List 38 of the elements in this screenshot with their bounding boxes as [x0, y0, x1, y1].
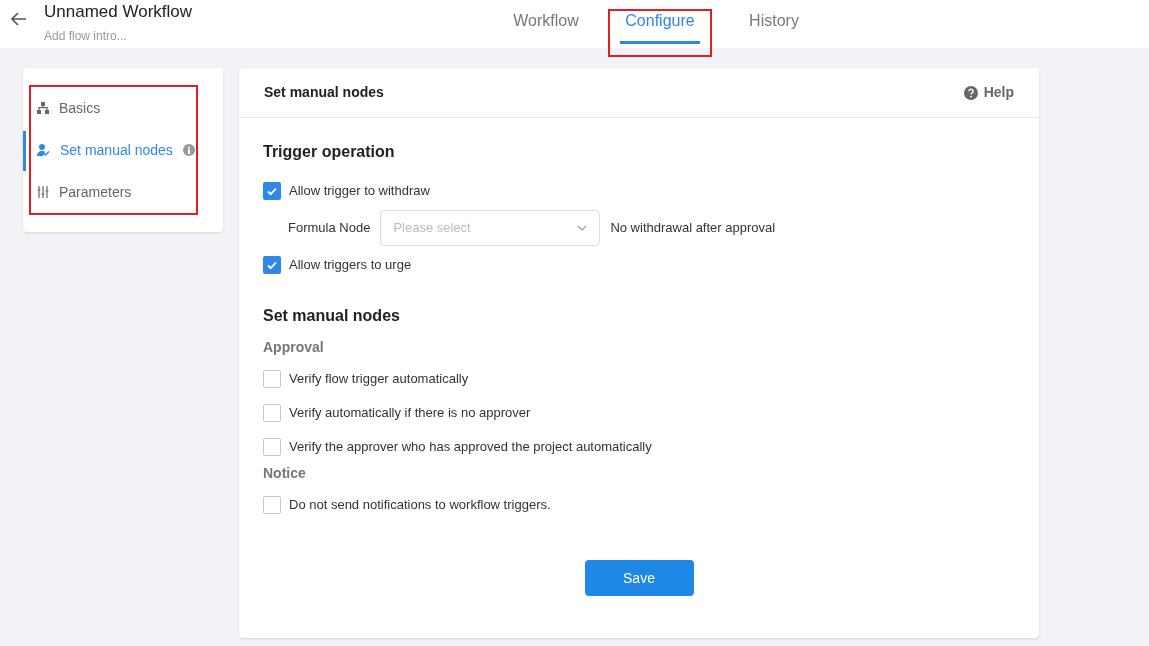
sidebar-item[interactable]: Parameters	[31, 171, 196, 213]
tab[interactable]: History	[722, 9, 826, 57]
field-note: No withdrawal after approval	[610, 219, 776, 238]
subheading: Approval	[263, 337, 325, 357]
check-icon	[266, 185, 278, 197]
checkbox[interactable]	[263, 438, 281, 456]
checkbox-label[interactable]: Allow trigger to withdraw	[289, 181, 430, 201]
checkbox[interactable]	[263, 182, 281, 200]
checkbox[interactable]	[263, 256, 281, 274]
section-heading: Trigger operation	[263, 142, 396, 162]
workflow-intro[interactable]: Add flow intro...	[44, 27, 193, 45]
checkbox-label[interactable]: Do not send notifications to workflow triggers.	[289, 495, 551, 515]
help-button[interactable]: Help	[963, 82, 1014, 103]
section-heading: Set manual nodes	[263, 306, 401, 326]
checkbox-label[interactable]: Allow triggers to urge	[289, 255, 412, 275]
check-icon	[266, 259, 278, 271]
save-button[interactable]: Save	[584, 560, 694, 596]
sidebar-item[interactable]: Set manual nodes	[31, 129, 196, 171]
sidebar-item[interactable]: Basics	[31, 87, 196, 129]
chevron-down-icon	[577, 225, 588, 231]
checkbox-label[interactable]: Verify automatically if there is no approver	[289, 403, 531, 423]
subheading: Notice	[263, 463, 307, 483]
checkbox[interactable]	[263, 496, 281, 514]
hierarchy-icon	[37, 102, 49, 114]
checkbox[interactable]	[263, 404, 281, 422]
panel-title: Set manual nodes	[264, 83, 384, 102]
workflow-title: Unnamed Workflow	[44, 3, 193, 21]
checkbox[interactable]	[263, 370, 281, 388]
help-icon	[963, 85, 978, 100]
checkbox-label[interactable]: Verify the approver who has approved the project automatically	[289, 437, 652, 457]
back-arrow-icon[interactable]	[11, 12, 27, 26]
user-check-icon	[37, 144, 50, 156]
sliders-icon	[37, 186, 49, 198]
tab[interactable]: Configure	[608, 9, 712, 57]
field-label: Formula Node	[288, 219, 371, 238]
tab[interactable]: Workflow	[494, 9, 598, 57]
active-indicator	[23, 131, 26, 171]
checkbox-label[interactable]: Verify flow trigger automatically	[289, 369, 469, 389]
